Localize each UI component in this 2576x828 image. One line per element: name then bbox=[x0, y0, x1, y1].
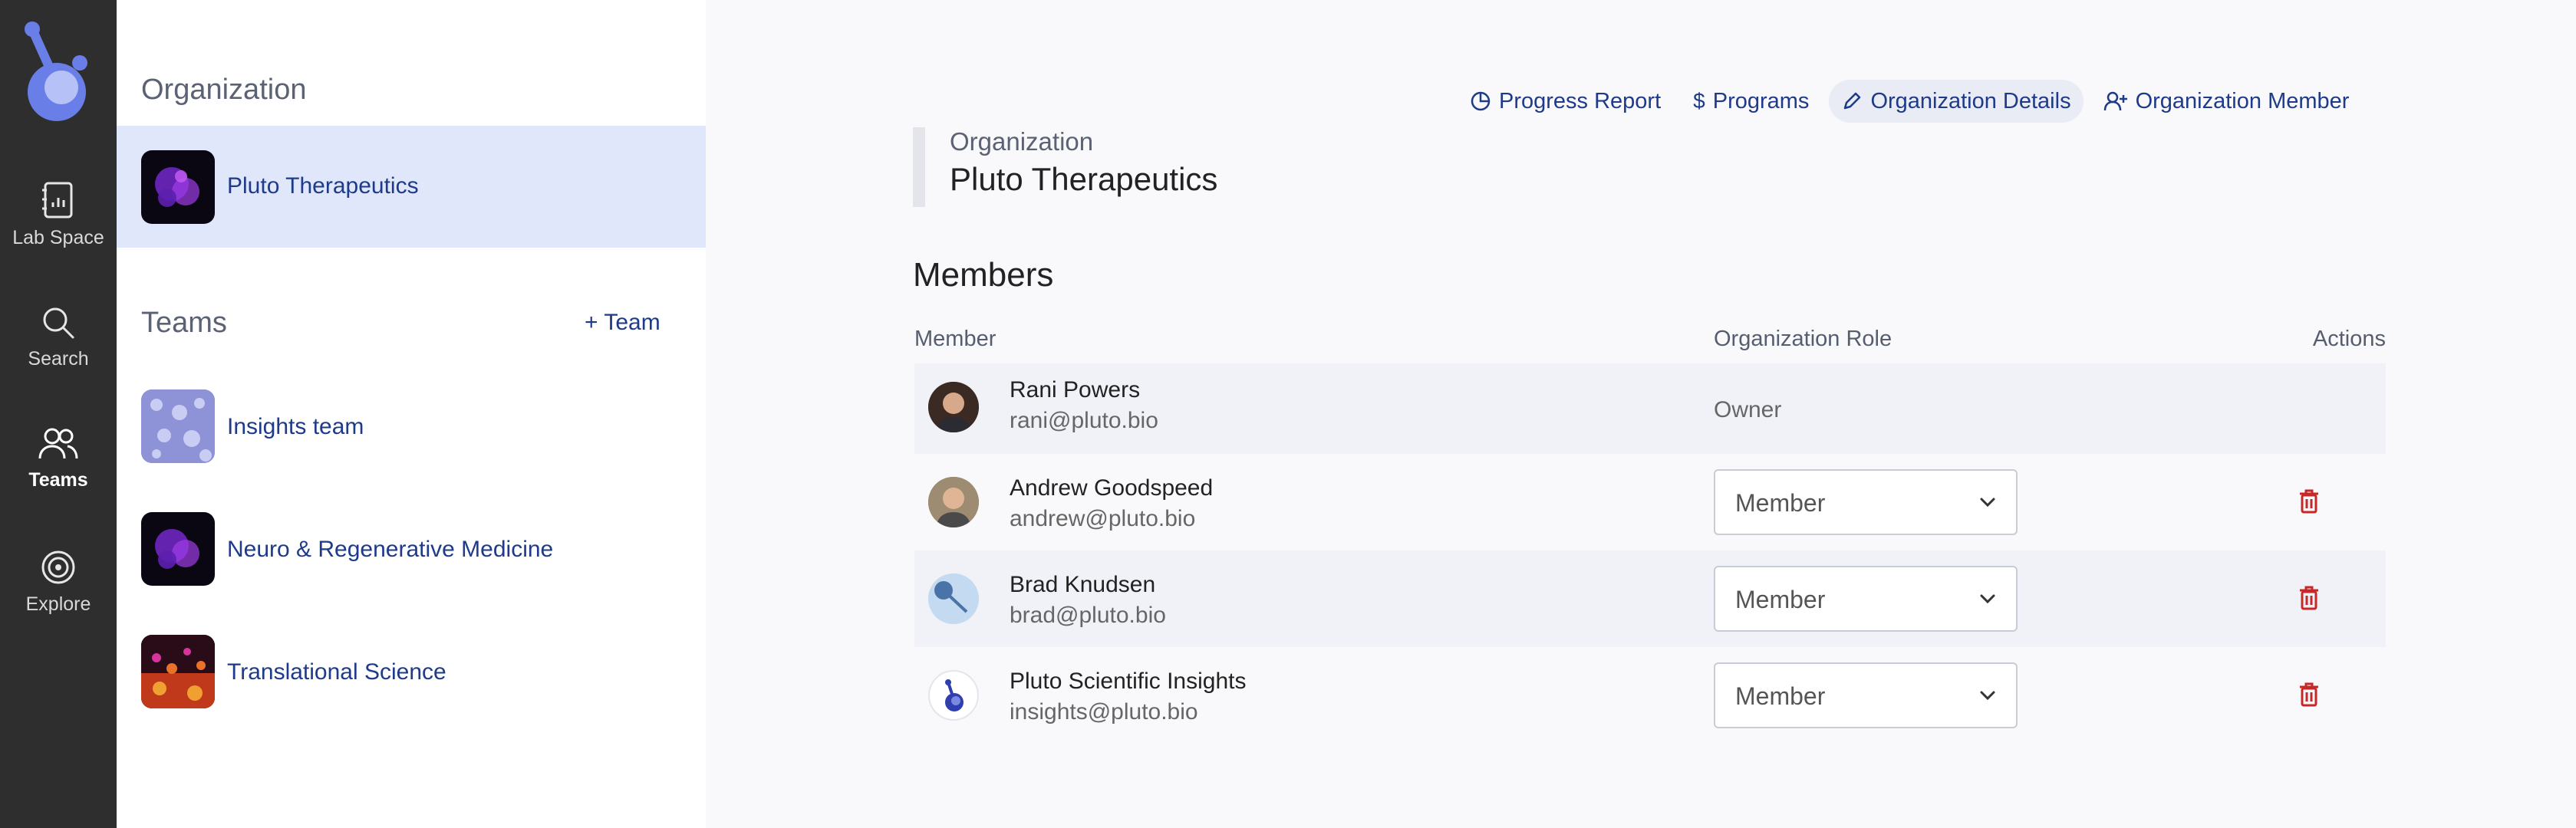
lab-space-icon bbox=[42, 182, 73, 219]
members-title: Members bbox=[913, 256, 1054, 294]
organization-member-button[interactable]: Organization Member bbox=[2091, 80, 2362, 123]
table-row: Rani Powers rani@pluto.bio Owner bbox=[914, 363, 2386, 454]
chevron-down-icon bbox=[1980, 691, 1995, 701]
progress-report-label: Progress Report bbox=[1499, 88, 1662, 113]
organization-heading: Organization bbox=[141, 74, 307, 106]
column-role: Organization Role bbox=[1714, 327, 1892, 351]
organization-panel: Organization Pluto Therapeutics Teams + … bbox=[117, 0, 706, 828]
team-thumbnail bbox=[141, 389, 215, 463]
member-email: insights@pluto.bio bbox=[1010, 699, 1198, 724]
teams-heading: Teams bbox=[141, 307, 227, 339]
table-row: Brad Knudsen brad@pluto.bio Member bbox=[914, 550, 2386, 647]
search-icon bbox=[43, 307, 74, 339]
main-content: Progress Report $ Programs Organization … bbox=[706, 0, 2576, 828]
header-kicker: Organization bbox=[950, 127, 1094, 156]
delete-member-icon[interactable] bbox=[2297, 681, 2321, 708]
add-team-label: Team bbox=[604, 310, 660, 335]
pluto-logo-icon[interactable] bbox=[21, 18, 92, 126]
organization-name: Pluto Therapeutics bbox=[227, 173, 419, 199]
pie-chart-icon bbox=[1471, 91, 1491, 111]
team-name: Insights team bbox=[227, 414, 364, 439]
member-name: Rani Powers bbox=[1010, 377, 1141, 402]
page-title: Pluto Therapeutics bbox=[950, 161, 1218, 197]
progress-report-button[interactable]: Progress Report bbox=[1458, 80, 1673, 123]
organization-details-button[interactable]: Organization Details bbox=[1829, 80, 2084, 123]
nav-item-teams[interactable]: Teams bbox=[0, 426, 117, 491]
nav-label: Explore bbox=[25, 593, 91, 615]
programs-label: Programs bbox=[1712, 88, 1810, 113]
toolbar: Progress Report $ Programs Organization … bbox=[1458, 80, 2361, 123]
team-name: Translational Science bbox=[227, 659, 446, 685]
pencil-icon bbox=[1844, 92, 1861, 110]
add-user-icon bbox=[2103, 91, 2127, 111]
member-email: rani@pluto.bio bbox=[1010, 408, 1158, 433]
avatar bbox=[928, 382, 979, 432]
add-team-button[interactable]: + Team bbox=[585, 310, 660, 336]
member-name: Brad Knudsen bbox=[1010, 572, 1156, 597]
nav-label: Lab Space bbox=[12, 227, 104, 248]
chevron-down-icon bbox=[1980, 594, 1995, 604]
column-actions: Actions bbox=[2312, 327, 2386, 351]
organization-details-label: Organization Details bbox=[1870, 88, 2071, 113]
role-select-value: Member bbox=[1735, 586, 1826, 613]
role-select-value: Member bbox=[1735, 682, 1826, 710]
programs-button[interactable]: $ Programs bbox=[1681, 80, 1821, 123]
team-thumbnail bbox=[141, 512, 215, 586]
nav-label: Search bbox=[28, 348, 89, 370]
nav-label: Teams bbox=[28, 469, 88, 491]
team-thumbnail bbox=[141, 635, 215, 708]
column-member: Member bbox=[914, 327, 996, 351]
teams-icon bbox=[38, 428, 78, 459]
organization-member-label: Organization Member bbox=[2135, 88, 2350, 113]
nav-item-lab-space[interactable]: Lab Space bbox=[0, 181, 117, 249]
team-name: Neuro & Regenerative Medicine bbox=[227, 537, 554, 562]
delete-member-icon[interactable] bbox=[2297, 584, 2321, 612]
role-select-value: Member bbox=[1735, 489, 1826, 517]
avatar bbox=[928, 670, 979, 721]
table-row: Andrew Goodspeed andrew@pluto.bio Member bbox=[914, 454, 2386, 550]
member-name: Pluto Scientific Insights bbox=[1010, 669, 1247, 694]
avatar bbox=[928, 477, 979, 527]
nav-item-explore[interactable]: Explore bbox=[0, 549, 117, 616]
organization-thumbnail bbox=[141, 150, 215, 224]
organization-item[interactable]: Pluto Therapeutics bbox=[117, 126, 706, 248]
chevron-down-icon bbox=[1980, 498, 1995, 508]
avatar bbox=[928, 573, 979, 624]
role-select[interactable]: Member bbox=[1714, 469, 2018, 535]
member-name: Andrew Goodspeed bbox=[1010, 475, 1214, 501]
members-table-header: Member Organization Role Actions bbox=[914, 327, 2386, 357]
organization-header: Organization Pluto Therapeutics bbox=[913, 127, 1217, 207]
plus-icon: + bbox=[585, 310, 598, 335]
nav-rail: Lab Space Search Teams Explore bbox=[0, 0, 117, 828]
role-select[interactable]: Member bbox=[1714, 662, 2018, 728]
explore-icon bbox=[41, 550, 75, 584]
member-email: brad@pluto.bio bbox=[1010, 603, 1166, 628]
nav-item-search[interactable]: Search bbox=[0, 305, 117, 370]
delete-member-icon[interactable] bbox=[2297, 488, 2321, 515]
role-owner-text: Owner bbox=[1714, 397, 1782, 422]
member-email: andrew@pluto.bio bbox=[1010, 506, 1196, 531]
role-select[interactable]: Member bbox=[1714, 566, 2018, 632]
table-row: Pluto Scientific Insights insights@pluto… bbox=[914, 647, 2386, 744]
dollar-icon: $ bbox=[1693, 89, 1705, 113]
